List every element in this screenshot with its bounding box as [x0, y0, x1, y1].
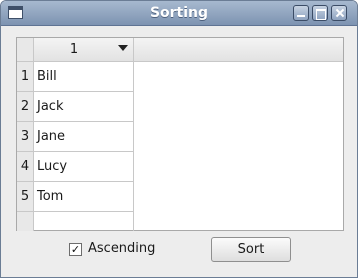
column-header-label: 1: [69, 42, 79, 57]
close-button[interactable]: [331, 5, 347, 21]
table-cell[interactable]: Lucy: [34, 152, 134, 182]
names-table[interactable]: 1 1 Bill 2 Jack 3 Jane 4 Lucy 5 Tom: [16, 37, 344, 231]
row-header[interactable]: 5: [17, 182, 34, 212]
ascending-label[interactable]: Ascending: [88, 241, 155, 256]
minimize-button[interactable]: [293, 5, 309, 21]
table-corner[interactable]: [17, 38, 34, 62]
row-header[interactable]: 3: [17, 122, 34, 152]
row-header[interactable]: 4: [17, 152, 34, 182]
table-cell[interactable]: Tom: [34, 182, 134, 212]
ascending-checkbox[interactable]: ✓: [69, 243, 82, 256]
chevron-down-icon[interactable]: [118, 45, 128, 51]
row-header-empty: [17, 212, 34, 231]
sorting-window: Sorting 1 1 Bill 2 Jack 3 Jane 4 Lucy 5 …: [0, 0, 358, 278]
sort-button[interactable]: Sort: [211, 237, 291, 262]
column-header[interactable]: 1: [34, 38, 134, 62]
table-cell[interactable]: Jane: [34, 122, 134, 152]
table-cell[interactable]: Jack: [34, 92, 134, 122]
row-header[interactable]: 2: [17, 92, 34, 122]
row-header[interactable]: 1: [17, 62, 34, 92]
header-empty-area: [134, 38, 343, 62]
cell-empty: [34, 212, 134, 231]
maximize-button[interactable]: [312, 5, 328, 21]
table-cell[interactable]: Bill: [34, 62, 134, 92]
title-bar[interactable]: Sorting: [1, 1, 357, 26]
